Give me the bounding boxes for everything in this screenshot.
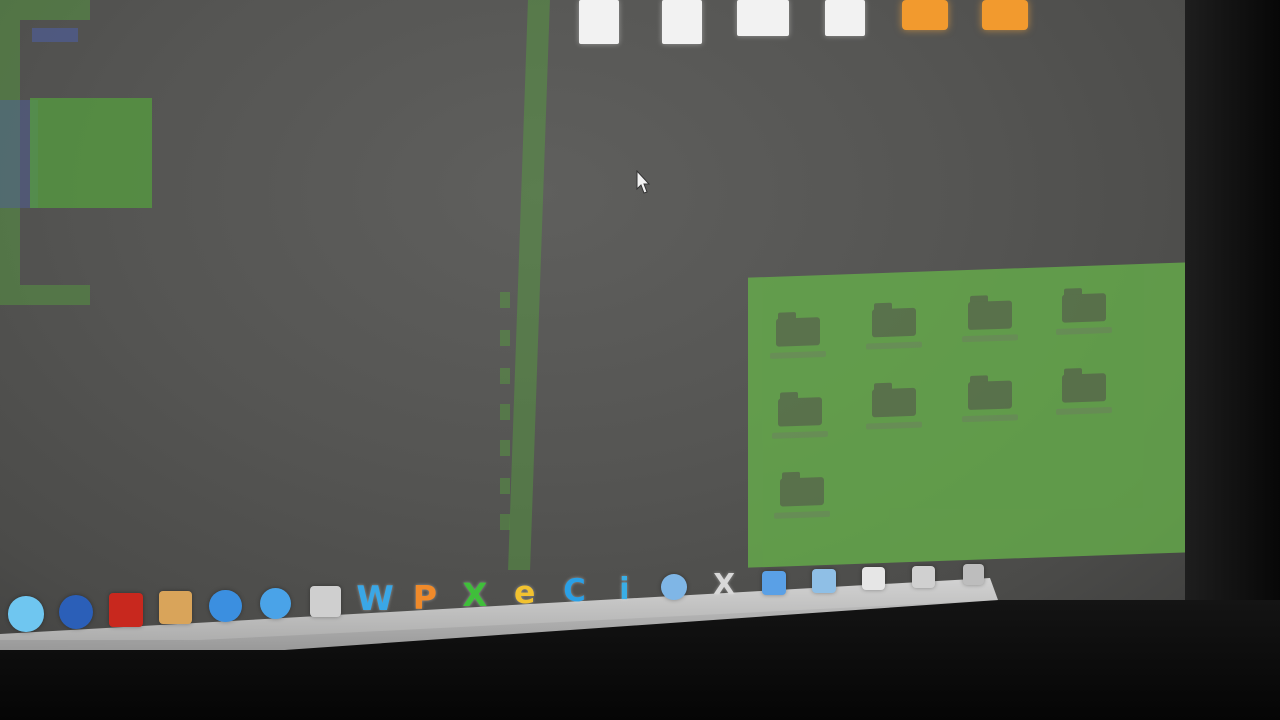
mouse-cursor-icon bbox=[636, 170, 650, 194]
preview-shape bbox=[309, 586, 341, 617]
photo-icon[interactable] bbox=[155, 587, 196, 628]
messenger-glyph: C bbox=[563, 573, 586, 609]
ghost-artifact-dash bbox=[500, 514, 510, 530]
folder-icon[interactable] bbox=[962, 294, 1018, 343]
document-icon bbox=[662, 0, 702, 44]
entourage-icon[interactable]: e bbox=[507, 575, 542, 612]
document-icon bbox=[579, 0, 619, 44]
app-glyph: i bbox=[619, 571, 630, 607]
folder-label bbox=[866, 341, 922, 350]
powerpoint-icon[interactable]: P bbox=[407, 577, 444, 617]
app-icon[interactable]: i bbox=[608, 571, 641, 607]
folder-icon[interactable] bbox=[1056, 367, 1112, 415]
folder-window[interactable] bbox=[748, 262, 1188, 568]
network-shape bbox=[661, 574, 688, 600]
folder-stack-icon[interactable] bbox=[759, 568, 790, 599]
ghost-artifact-dash bbox=[500, 292, 510, 308]
document-stack-shape bbox=[862, 567, 886, 591]
dock-shelf bbox=[0, 578, 998, 650]
excel-icon[interactable]: X bbox=[457, 576, 493, 615]
dashboard-icon[interactable] bbox=[54, 590, 97, 633]
trash-shape bbox=[962, 563, 985, 586]
ghost-artifact-block bbox=[30, 98, 152, 208]
folder-label bbox=[866, 421, 922, 430]
powerpoint-glyph: P bbox=[412, 577, 438, 617]
finder-shape bbox=[8, 596, 44, 632]
folder-icon[interactable] bbox=[809, 566, 839, 596]
folder-icon[interactable] bbox=[770, 311, 826, 359]
folder-icon[interactable] bbox=[772, 391, 828, 439]
desktop-screen bbox=[0, 0, 1200, 640]
itunes-icon[interactable] bbox=[256, 584, 296, 624]
folder-label bbox=[962, 334, 1018, 343]
entourage-glyph: e bbox=[513, 575, 536, 612]
excel-glyph: X bbox=[462, 576, 488, 615]
document-stack-icon[interactable] bbox=[859, 564, 888, 593]
package-icon bbox=[982, 0, 1028, 30]
folder-label bbox=[772, 430, 828, 439]
desktop-file-icon[interactable] bbox=[554, 0, 644, 48]
finder-icon[interactable] bbox=[4, 592, 48, 636]
folder-shape bbox=[812, 568, 836, 593]
desktop-file-icon[interactable] bbox=[960, 0, 1050, 34]
folder-label bbox=[1056, 406, 1112, 415]
ghost-artifact-divider bbox=[508, 0, 550, 570]
trash-icon[interactable] bbox=[960, 561, 987, 588]
document-icon bbox=[737, 0, 789, 36]
folder-label bbox=[962, 414, 1018, 423]
desktop-file-icon[interactable] bbox=[718, 0, 808, 40]
folder-icon[interactable] bbox=[962, 374, 1018, 423]
ghost-artifact-dash bbox=[500, 330, 510, 346]
folder-icon[interactable] bbox=[1056, 287, 1112, 335]
ghost-artifact-dash bbox=[500, 368, 510, 384]
word-icon[interactable]: W bbox=[356, 579, 394, 619]
folder-icon[interactable] bbox=[774, 471, 830, 519]
itunes-shape bbox=[259, 587, 292, 620]
folder-stack-shape bbox=[761, 570, 787, 596]
mail-icon[interactable] bbox=[105, 589, 147, 631]
desktop-file-icon[interactable] bbox=[880, 0, 970, 34]
folder-icon[interactable] bbox=[866, 302, 922, 350]
downloads-shape bbox=[912, 565, 935, 588]
photo-shape bbox=[159, 591, 193, 625]
dock: WPXeCiX bbox=[0, 563, 1000, 650]
ghost-artifact-dash bbox=[500, 478, 510, 494]
ghost-window-titlebar bbox=[32, 28, 78, 42]
package-icon bbox=[902, 0, 948, 30]
mail-shape bbox=[108, 592, 143, 627]
desktop-file-icon[interactable] bbox=[800, 0, 890, 40]
folder-icon[interactable] bbox=[866, 382, 922, 430]
document-icon bbox=[825, 0, 865, 36]
ghost-artifact-dash bbox=[500, 440, 510, 456]
messenger-icon[interactable]: C bbox=[557, 573, 591, 609]
desktop-file-icon[interactable] bbox=[637, 0, 727, 48]
x11-icon[interactable]: X bbox=[708, 568, 739, 602]
ghost-artifact-dash bbox=[500, 404, 510, 420]
dashboard-shape bbox=[58, 594, 94, 630]
x11-glyph: X bbox=[713, 568, 735, 602]
downloads-icon[interactable] bbox=[910, 563, 938, 591]
folder-label bbox=[770, 350, 826, 359]
preview-icon[interactable] bbox=[306, 582, 345, 621]
folder-label bbox=[1056, 326, 1112, 335]
word-glyph: W bbox=[356, 579, 394, 619]
safari-shape bbox=[209, 589, 242, 622]
network-icon[interactable] bbox=[658, 571, 690, 603]
safari-icon[interactable] bbox=[205, 585, 245, 625]
folder-label bbox=[774, 510, 830, 519]
